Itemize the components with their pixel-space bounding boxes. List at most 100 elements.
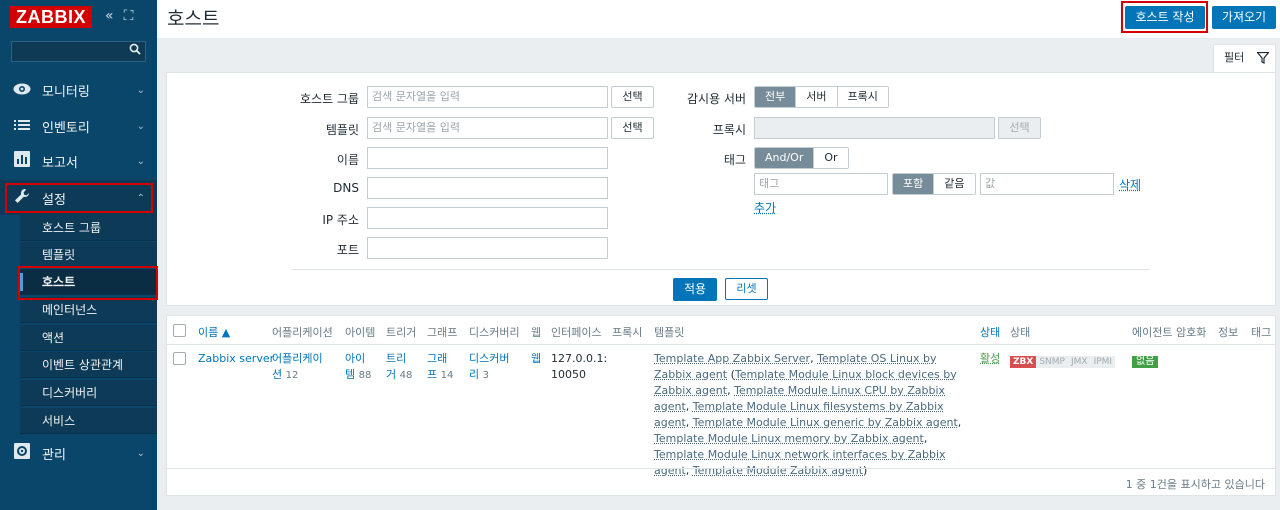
submenu-hosts[interactable]: 호스트: [20, 269, 157, 295]
create-host-button[interactable]: 호스트 작성: [1125, 6, 1205, 29]
table-summary: 1 중 1건을 표시하고 있습니다: [1125, 478, 1265, 491]
status-link[interactable]: 활성: [980, 351, 1000, 367]
row-checkbox[interactable]: [173, 352, 186, 365]
tag-op-equals[interactable]: 같음: [934, 174, 975, 194]
graphs-link[interactable]: 그래 프 14: [427, 351, 453, 384]
search-icon[interactable]: [129, 43, 141, 59]
select-all-checkbox[interactable]: [173, 324, 186, 337]
nav-reports[interactable]: 보고서 ⌄: [0, 143, 157, 179]
nav-label: 보고서: [42, 155, 78, 171]
sidebar-search-input[interactable]: [11, 41, 146, 62]
items-link[interactable]: 아이 템 88: [345, 351, 371, 384]
host-group-select-button[interactable]: 선택: [611, 86, 654, 108]
ip-label: IP 주소: [322, 213, 359, 227]
discovery-text: 디스커버: [469, 352, 510, 365]
monitored-by-label: 감시용 서버: [686, 92, 746, 106]
eye-icon: [12, 81, 32, 99]
interface-address: 127.0.0.1:: [551, 352, 608, 365]
interface-port: 10050: [551, 368, 586, 381]
monitored-by-any[interactable]: 전부: [755, 87, 797, 107]
tag-value-input[interactable]: 값: [980, 173, 1114, 195]
proxy-label: 프록시: [712, 123, 746, 137]
funnel-icon: [1256, 45, 1270, 74]
page-header: 호스트 호스트 작성 가져오기: [157, 0, 1280, 38]
template-link[interactable]: Template App Zabbix Server: [654, 352, 810, 365]
submenu-discovery[interactable]: 디스커버리: [20, 380, 157, 406]
availability-badges: ZBX SNMP JMX IPMI: [1010, 353, 1116, 369]
submenu-services[interactable]: 서비스: [20, 408, 157, 434]
nav-configuration[interactable]: 설정 ⌃: [0, 180, 157, 216]
template-link[interactable]: Template Module Linux memory by Zabbix a…: [654, 432, 924, 445]
host-name-link[interactable]: Zabbix server: [198, 351, 274, 367]
dns-input[interactable]: [367, 177, 608, 199]
apply-button[interactable]: 적용: [673, 278, 717, 301]
add-tag-link[interactable]: 추가: [754, 199, 776, 216]
col-info: 정보: [1218, 326, 1239, 339]
ip-input[interactable]: [367, 207, 608, 229]
filter-divider: [292, 269, 1150, 270]
submenu-host-groups[interactable]: 호스트 그룹: [20, 215, 157, 241]
nav-administration[interactable]: 관리 ⌄: [0, 435, 157, 471]
col-agent-encryption: 에이전트 암호화: [1132, 326, 1207, 339]
template-link[interactable]: Template Module Linux generic by Zabbix …: [693, 416, 958, 429]
col-applications: 어플리케이션: [272, 326, 333, 339]
encryption-cell: 없음: [1132, 353, 1159, 369]
tag-name-input[interactable]: 태그: [754, 173, 888, 195]
gear-icon: [12, 443, 32, 463]
applications-text-2: 션: [272, 368, 283, 381]
template-label: 템플릿: [325, 123, 359, 137]
port-label: 포트: [336, 243, 359, 257]
hosts-table: 이름 ▲ 어플리케이션 아이템 트리거 그래프 디스커버리 웹 인터페이스 프록…: [166, 315, 1276, 496]
tags-logic-toggle: And/Or Or: [754, 147, 849, 169]
items-count: 88: [358, 370, 372, 381]
applications-text: 어플리케이: [272, 352, 323, 365]
collapse-sidebar-icon[interactable]: «: [105, 8, 114, 24]
monitored-by-proxy[interactable]: 프록시: [837, 87, 888, 107]
dns-label: DNS: [333, 181, 359, 195]
chevron-down-icon: ⌄: [136, 84, 145, 96]
applications-link[interactable]: 어플리케이션 12: [272, 351, 323, 384]
chevron-up-icon: ⌃: [136, 192, 145, 204]
jmx-badge: JMX: [1067, 356, 1091, 368]
chevron-down-icon: ⌄: [136, 120, 145, 132]
name-input[interactable]: [367, 147, 608, 169]
triggers-link[interactable]: 트리 거 48: [386, 351, 412, 384]
ipmi-badge: IPMI: [1090, 356, 1116, 368]
nav-label: 관리: [42, 447, 66, 463]
nav-monitoring[interactable]: 모니터링 ⌄: [0, 72, 157, 108]
applications-count: 12: [285, 370, 299, 381]
triggers-text: 트리: [386, 352, 407, 365]
reset-button[interactable]: 리셋: [725, 278, 768, 300]
zabbix-logo[interactable]: ZABBIX: [10, 6, 92, 28]
tag-op-contains[interactable]: 포함: [893, 174, 935, 194]
col-status[interactable]: 상태: [980, 324, 1000, 340]
submenu-actions[interactable]: 액션: [20, 325, 157, 351]
nav-inventory[interactable]: 인벤토리 ⌄: [0, 108, 157, 144]
tags-logic-or[interactable]: Or: [814, 148, 848, 168]
filter-panel: 호스트 그룹 검색 문자열을 입력 선택 템플릿 검색 문자열을 입력 선택 이…: [166, 72, 1276, 306]
submenu-event-correlation[interactable]: 이벤트 상관관계: [20, 352, 157, 378]
host-group-input[interactable]: 검색 문자열을 입력: [367, 86, 608, 108]
web-link[interactable]: 웹: [531, 351, 541, 367]
discovery-link[interactable]: 디스커버 리 3: [469, 351, 509, 384]
port-input[interactable]: [367, 237, 608, 259]
remove-tag-link[interactable]: 삭제: [1119, 176, 1141, 193]
submenu-maintenance[interactable]: 메인터넌스: [20, 297, 157, 323]
zbx-badge: ZBX: [1010, 356, 1037, 368]
graphs-count: 14: [440, 370, 454, 381]
graphs-text: 그래: [427, 352, 448, 365]
templates-list: Template App Zabbix Server, Template OS …: [654, 352, 962, 477]
template-link[interactable]: Template Module Zabbix agent: [693, 464, 863, 477]
submenu-templates[interactable]: 템플릿: [20, 242, 157, 268]
template-input[interactable]: 검색 문자열을 입력: [367, 117, 608, 139]
nav-label: 인벤토리: [42, 120, 90, 136]
col-name[interactable]: 이름 ▲: [198, 324, 230, 340]
filter-tab[interactable]: 필터: [1213, 44, 1276, 72]
discovery-text-2: 리: [469, 368, 480, 381]
import-button[interactable]: 가져오기: [1212, 6, 1276, 29]
col-templates: 템플릿: [654, 326, 685, 339]
tags-logic-andor[interactable]: And/Or: [755, 148, 815, 168]
kiosk-mode-icon[interactable]: ⛶: [124, 8, 134, 24]
monitored-by-server[interactable]: 서버: [796, 87, 838, 107]
template-select-button[interactable]: 선택: [611, 117, 654, 139]
